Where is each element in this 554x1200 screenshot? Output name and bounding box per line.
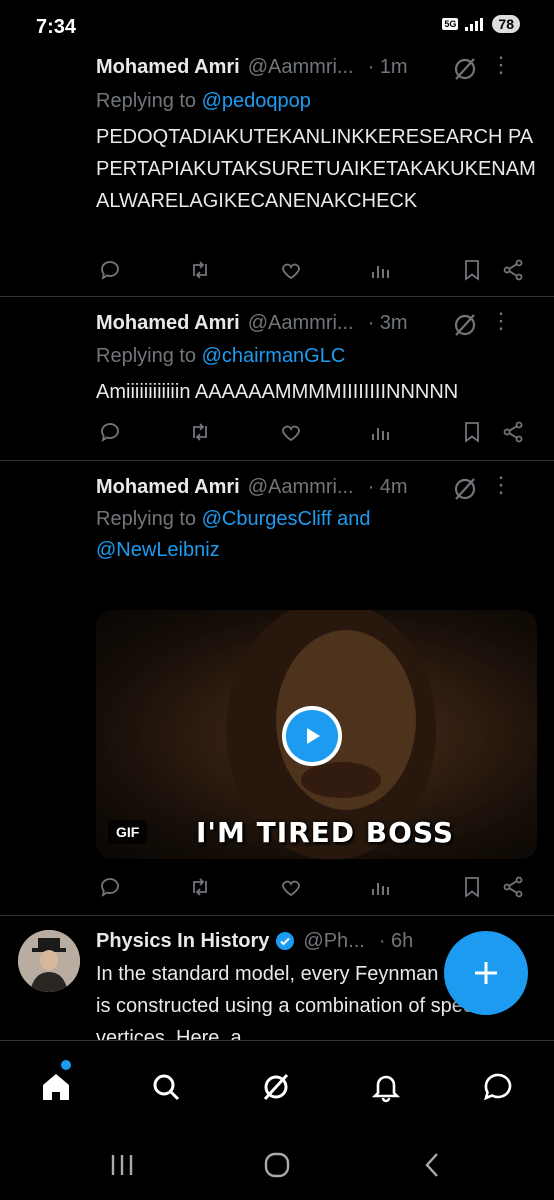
more-icon[interactable]: ⋮ [490,474,512,496]
grok-icon[interactable] [452,476,478,508]
nav-notifications[interactable] [366,1067,406,1107]
compose-button[interactable] [444,931,528,1015]
grok-icon [263,1073,289,1101]
more-icon[interactable]: ⋮ [490,310,512,332]
notification-dot [61,1060,71,1070]
gif-badge: GIF [108,820,148,844]
messages-icon [484,1073,512,1101]
author-name[interactable]: Physics In History [96,930,269,953]
replying-to: Replying to @chairmanGLC [96,341,345,372]
reply-icon[interactable] [96,418,124,446]
replying-to: Replying to @CburgesCliff and @NewLeibni… [96,504,426,566]
more-icon[interactable]: ⋮ [490,54,512,76]
plus-icon [475,962,497,984]
author-handle[interactable]: @Aammri... [248,476,354,499]
back-button[interactable] [412,1148,452,1182]
back-icon [425,1153,438,1177]
share-icon[interactable] [499,418,527,446]
retweet-icon[interactable] [186,873,214,901]
tweet-actions [96,256,526,284]
reply-icon[interactable] [96,256,124,284]
grok-icon[interactable] [452,56,478,88]
nav-home[interactable] [36,1067,76,1107]
system-navigation [0,1130,554,1200]
tweet-time: · 6h [378,929,414,952]
views-icon[interactable] [366,418,394,446]
gif-caption: I'M TIRED BOSS [196,816,455,849]
tweet-time: · 1m [367,55,408,78]
share-icon[interactable] [499,873,527,901]
nav-grok[interactable] [256,1067,296,1107]
heart-icon[interactable] [277,418,305,446]
views-icon[interactable] [366,873,394,901]
retweet-icon[interactable] [186,256,214,284]
avatar[interactable] [18,930,80,992]
tweet-actions [96,873,526,901]
tweet[interactable]: Mohamed Amri @Aammri... · 3m ⋮ Replying … [0,297,554,461]
home-button[interactable] [257,1148,297,1182]
recent-apps-button[interactable] [102,1148,142,1182]
mention-link[interactable]: @chairmanGLC [202,345,346,367]
author-handle[interactable]: @Aammri... [248,312,354,335]
gif-media[interactable]: GIF I'M TIRED BOSS [96,610,537,859]
play-button[interactable] [282,706,342,766]
bookmark-icon[interactable] [458,256,486,284]
tweet[interactable]: Mohamed Amri @Aammri... · 1m ⋮ Replying … [0,0,554,297]
tweet-time: · 4m [367,475,408,498]
author-name[interactable]: Mohamed Amri [96,476,240,499]
tweet-actions [96,418,526,446]
replying-label: Replying to [96,90,202,112]
home-circle-icon [264,1152,290,1178]
play-icon [307,728,320,744]
author-name[interactable]: Mohamed Amri [96,56,240,79]
grok-icon[interactable] [452,312,478,344]
replying-label: Replying to [96,345,202,367]
views-icon[interactable] [366,256,394,284]
heart-icon[interactable] [277,873,305,901]
tweet-text: PEDOQTADIAKUTEKANLINKKERESEARCH PAPERTAP… [96,126,536,212]
tweet-header: Mohamed Amri @Aammri... · 4m ⋮ [96,472,534,502]
tweet-header: Mohamed Amri @Aammri... · 1m ⋮ [96,52,534,82]
bookmark-icon[interactable] [458,873,486,901]
bottom-navigation [0,1040,554,1130]
tweet-text: Amiiiiiiiiiiiin AAAAAAMMMMIIIIIIIINNNNN [96,381,459,403]
bell-icon [371,1075,401,1103]
author-name[interactable]: Mohamed Amri [96,312,240,335]
replying-to: Replying to @pedoqpop [96,86,311,117]
nav-messages[interactable] [478,1067,518,1107]
heart-icon[interactable] [277,256,305,284]
mention-link[interactable]: @pedoqpop [202,90,311,112]
reply-icon[interactable] [96,873,124,901]
retweet-icon[interactable] [186,418,214,446]
tweet-time: · 3m [367,311,408,334]
bookmark-icon[interactable] [458,418,486,446]
recents-icon [111,1155,133,1175]
replying-label: Replying to [96,508,202,530]
tweet-header: Mohamed Amri @Aammri... · 3m ⋮ [96,308,534,338]
share-icon[interactable] [499,256,527,284]
verified-badge-icon [276,932,295,950]
nav-search[interactable] [146,1067,186,1107]
author-handle[interactable]: @Aammri... [248,56,354,79]
home-icon [43,1074,69,1100]
search-icon [153,1074,180,1101]
author-handle[interactable]: @Ph... [303,930,364,953]
